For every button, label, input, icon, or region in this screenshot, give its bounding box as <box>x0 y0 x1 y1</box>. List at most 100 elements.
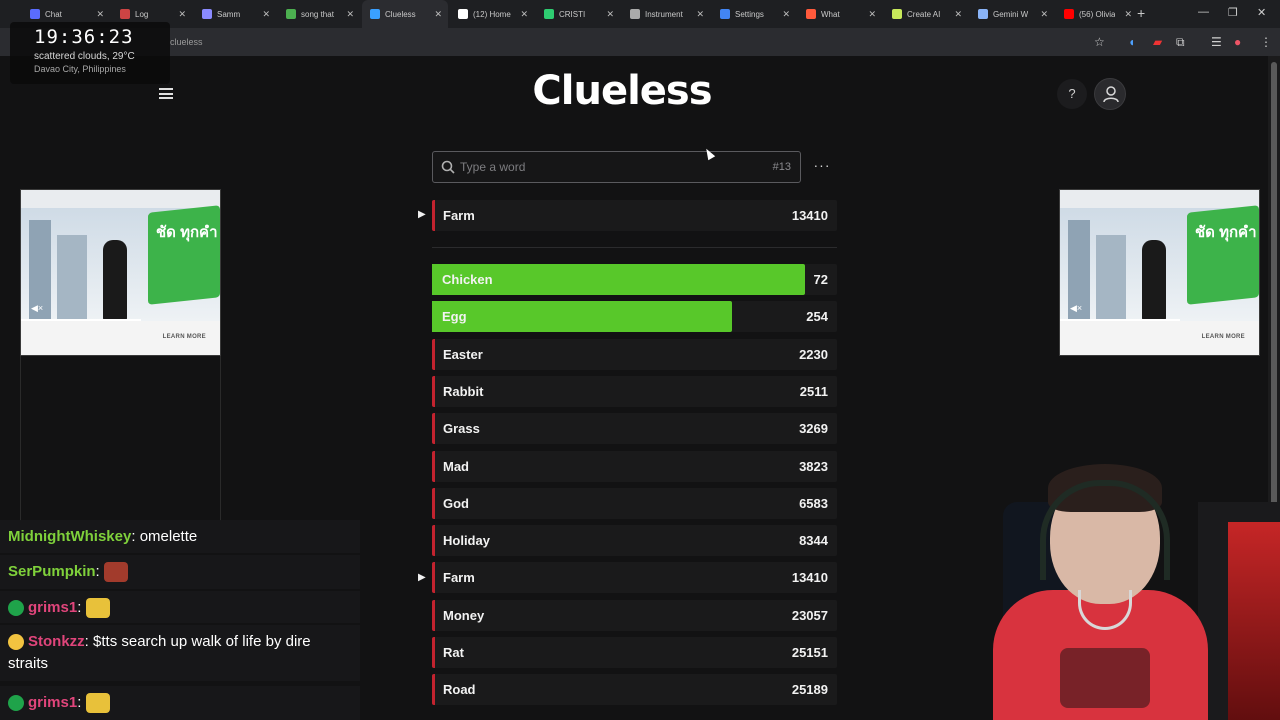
guess-rank: 13410 <box>791 570 828 585</box>
tab-label: Log <box>135 9 149 19</box>
tab-close-icon[interactable]: ✕ <box>96 9 104 20</box>
word-input[interactable] <box>460 156 760 178</box>
ad-banner-right[interactable]: ชัด ทุกคำ ◀× LEARN MORE <box>1059 189 1260 356</box>
profile-avatar-icon[interactable]: ● <box>1234 35 1241 49</box>
streamer-webcam <box>988 462 1280 720</box>
chat-message: Stonkzz: $tts search up walk of life by … <box>0 625 360 681</box>
tab-label: Clueless <box>385 9 416 19</box>
tab-close-icon[interactable]: ✕ <box>1040 9 1048 20</box>
tab-close-icon[interactable]: ✕ <box>868 9 876 20</box>
guess-rank: 25151 <box>791 645 828 660</box>
tab-close-icon[interactable]: ✕ <box>346 9 354 20</box>
hamburger-menu-icon[interactable] <box>159 88 173 99</box>
help-button[interactable]: ? <box>1057 79 1087 109</box>
browser-tab[interactable]: Gemini W ✕ <box>970 0 1054 28</box>
ad-banner-left[interactable]: ชัด ทุกคำ ◀× LEARN MORE <box>20 189 221 356</box>
guess-row: Road 25189 <box>432 674 837 705</box>
tab-close-icon[interactable]: ✕ <box>782 9 790 20</box>
more-options-button[interactable]: ··· <box>808 153 836 181</box>
tab-favicon-icon <box>458 9 468 19</box>
extension-red-icon[interactable]: ▰ <box>1153 35 1162 49</box>
tab-label: Instrument <box>645 9 683 19</box>
extensions-puzzle-icon[interactable]: ⧉ <box>1176 35 1185 50</box>
guess-row: Egg 254 <box>432 301 837 332</box>
guess-word: Holiday <box>443 533 490 548</box>
clock-widget: 19:36:23 scattered clouds, 29°C Davao Ci… <box>10 22 170 84</box>
chat-message: SerPumpkin: <box>0 555 360 589</box>
guess-word: Money <box>443 608 485 623</box>
media-control-icon[interactable]: ☰ <box>1211 35 1222 49</box>
tab-close-icon[interactable]: ✕ <box>262 9 270 20</box>
last-guess-word: Farm <box>443 208 475 223</box>
tab-close-icon[interactable]: ✕ <box>696 9 704 20</box>
tab-close-icon[interactable]: ✕ <box>520 9 528 20</box>
last-guess-arrow-icon: ▶ <box>418 209 426 220</box>
ad-mute-icon[interactable]: ◀× <box>1070 303 1082 314</box>
ad-learn-more-button[interactable]: LEARN MORE <box>1202 334 1245 340</box>
user-account-button[interactable] <box>1094 78 1126 110</box>
guess-row: Grass 3269 <box>432 413 837 444</box>
ad-learn-more-button[interactable]: LEARN MORE <box>163 334 206 340</box>
tab-label: What <box>821 9 840 19</box>
extension-sound-icon[interactable]: ◖ <box>1128 35 1135 49</box>
tab-close-icon[interactable]: ✕ <box>1124 9 1132 20</box>
guess-word: Rat <box>443 645 464 660</box>
guess-rank: 254 <box>806 309 828 324</box>
chat-username: grims1 <box>28 599 78 616</box>
restore-icon[interactable]: ❐ <box>1228 6 1238 19</box>
browser-tab[interactable]: Instrument ✕ <box>622 0 710 28</box>
chat-message: grims1: <box>0 686 360 720</box>
tab-favicon-icon <box>120 9 130 19</box>
guess-row: Chicken 72 <box>432 264 837 295</box>
chat-badge-icon <box>8 600 24 617</box>
new-tab-button[interactable]: + <box>1137 5 1145 21</box>
browser-tab[interactable]: Create AI ✕ <box>884 0 968 28</box>
tab-favicon-icon <box>630 9 640 19</box>
stream-chat-overlay: MidnightWhiskey: omelette SerPumpkin: gr… <box>0 520 360 720</box>
browser-menu-icon[interactable]: ⋮ <box>1260 35 1272 49</box>
browser-tab[interactable]: Clueless ✕ <box>362 0 448 28</box>
tab-close-icon[interactable]: ✕ <box>178 9 186 20</box>
guess-word: Farm <box>443 570 475 585</box>
browser-tab[interactable]: Samm ✕ <box>194 0 276 28</box>
browser-tab[interactable]: (12) Home ✕ <box>450 0 534 28</box>
guess-rank: 8344 <box>799 533 828 548</box>
location-text: Davao City, Philippines <box>34 64 126 74</box>
tab-label: Samm <box>217 9 241 19</box>
ad-person-image <box>1142 240 1166 320</box>
minimize-icon[interactable]: — <box>1198 6 1209 18</box>
tab-close-icon[interactable]: ✕ <box>606 9 614 20</box>
tab-close-icon[interactable]: ✕ <box>954 9 962 20</box>
browser-tab[interactable]: What ✕ <box>798 0 882 28</box>
tab-favicon-icon <box>978 9 988 19</box>
last-guess-rank: 13410 <box>791 208 828 223</box>
guess-rank: 25189 <box>791 682 828 697</box>
tab-close-icon[interactable]: ✕ <box>434 9 442 20</box>
user-icon <box>1103 86 1119 103</box>
tab-label: Chat <box>45 9 62 19</box>
tab-label: song that <box>301 9 334 19</box>
tab-favicon-icon <box>544 9 554 19</box>
browser-tab[interactable]: song that ✕ <box>278 0 360 28</box>
guess-rank: 72 <box>813 272 828 287</box>
tab-label: Gemini W <box>993 9 1029 19</box>
guess-word: Road <box>443 682 476 697</box>
address-bar: clueless ☆ ◖ ▰ ⧉ ☰ ● ⋮ <box>0 28 1280 56</box>
tab-favicon-icon <box>202 9 212 19</box>
chat-badge-icon <box>8 634 24 651</box>
word-search-box: #13 <box>432 151 801 183</box>
left-side-panel <box>20 356 221 521</box>
guess-similarity-bar <box>432 301 732 332</box>
ad-mute-icon[interactable]: ◀× <box>31 303 43 314</box>
browser-tab[interactable]: (56) Olivia ✕ <box>1056 0 1138 28</box>
url-text[interactable]: clueless <box>170 37 203 47</box>
browser-tab[interactable]: CRISTI ✕ <box>536 0 620 28</box>
guess-word: God <box>443 496 469 511</box>
guess-divider <box>432 247 837 248</box>
chat-username: Stonkzz <box>28 633 85 650</box>
guess-rank: 6583 <box>799 496 828 511</box>
close-window-icon[interactable]: ✕ <box>1257 6 1266 19</box>
bookmark-star-icon[interactable]: ☆ <box>1094 35 1105 49</box>
browser-tab[interactable]: Settings ✕ <box>712 0 796 28</box>
tab-favicon-icon <box>720 9 730 19</box>
